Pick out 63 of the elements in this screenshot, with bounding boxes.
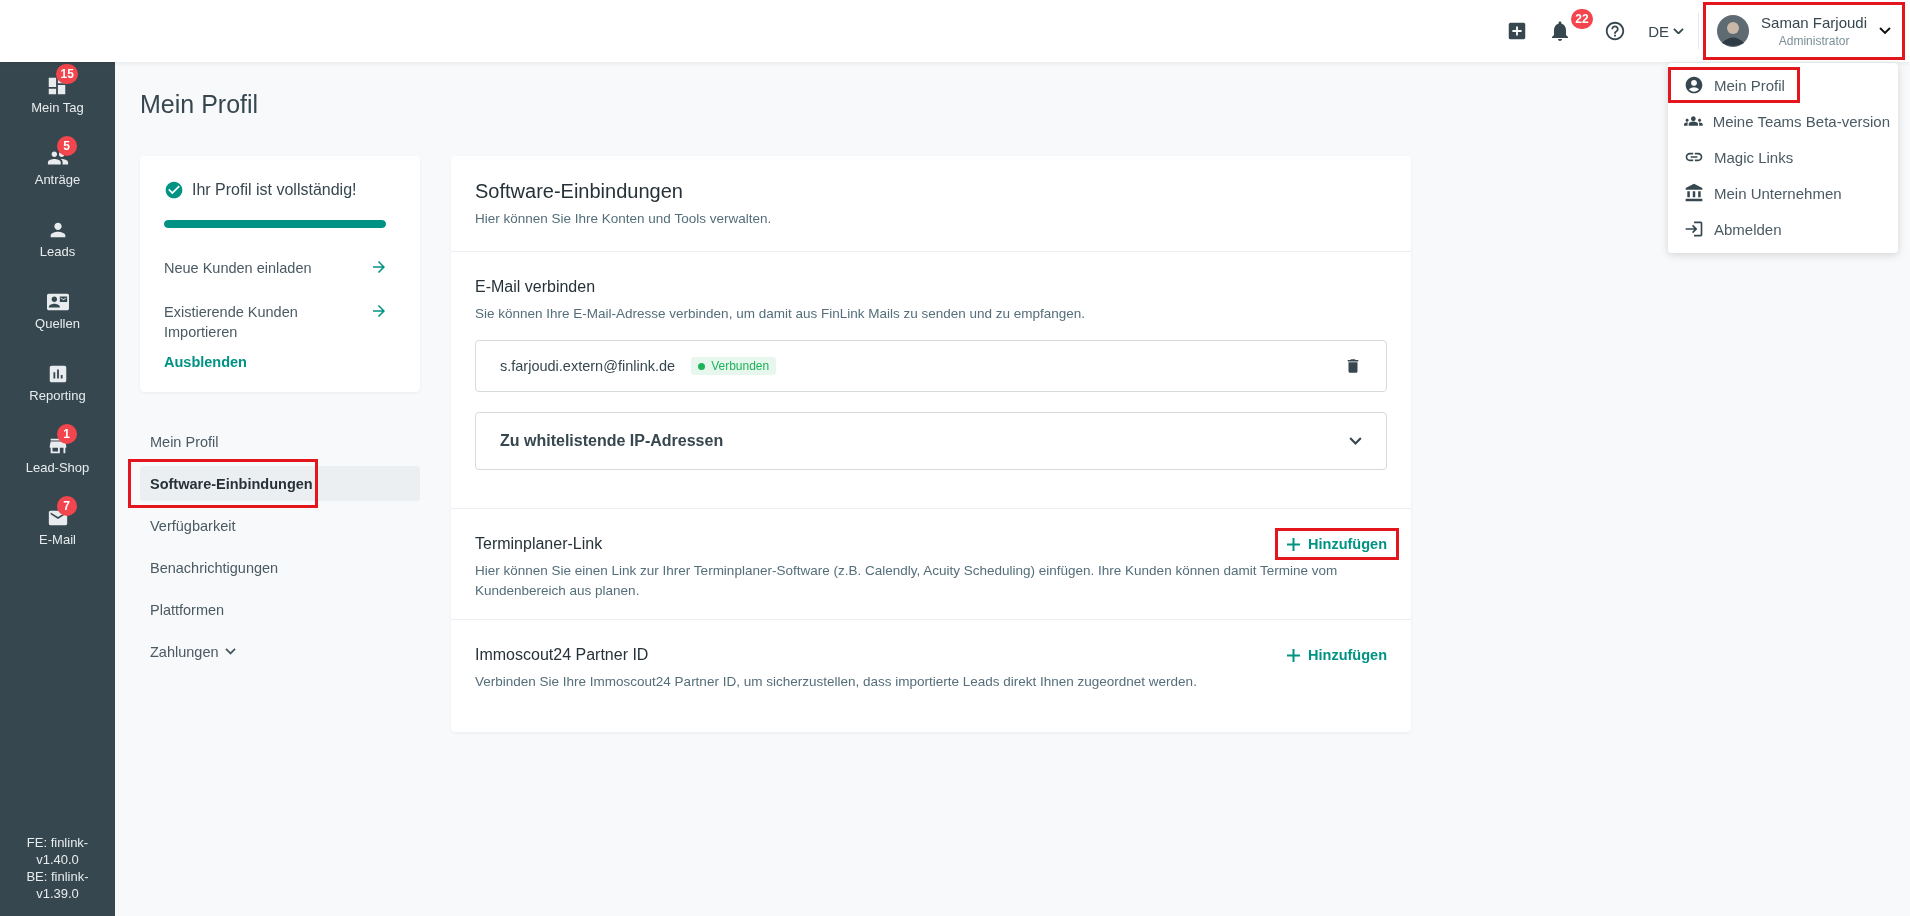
subsection-title: E-Mail verbinden bbox=[475, 278, 597, 296]
plus-icon bbox=[1287, 537, 1301, 551]
sidebar-item[interactable]: 7 E-Mail bbox=[32, 496, 83, 568]
nav-item[interactable]: Mein Profil bbox=[140, 424, 420, 459]
status-tag: Verbunden bbox=[691, 357, 777, 375]
add-button[interactable]: Hinzufügen bbox=[1275, 528, 1399, 560]
user-name: Saman Farjoudi bbox=[1761, 14, 1867, 31]
nav-item[interactable]: Benachrichtigungen bbox=[140, 550, 420, 585]
nav-item[interactable]: Plattformen bbox=[140, 592, 420, 627]
sidebar-item[interactable]: Leads bbox=[32, 208, 83, 280]
count-badge: 7 bbox=[56, 496, 77, 516]
plus-icon bbox=[1287, 648, 1301, 662]
language-selector[interactable]: DE bbox=[1648, 22, 1685, 40]
count-badge: 22 bbox=[1571, 9, 1593, 29]
card-title: Ihr Profil ist vollständig! bbox=[192, 181, 357, 199]
sidebar-item[interactable]: 15 Mein Tag bbox=[31, 64, 84, 136]
menu-item[interactable]: Magic Links bbox=[1668, 139, 1898, 175]
version-text: BE: finlink-v1.39.0 bbox=[25, 868, 90, 902]
user-menu-button[interactable]: Saman Farjoudi Administrator bbox=[1703, 2, 1905, 60]
arrow-icon bbox=[370, 258, 388, 276]
chevron-icon bbox=[224, 648, 236, 655]
sidebar-item[interactable]: Reporting bbox=[29, 352, 86, 424]
logout-icon bbox=[1684, 219, 1704, 239]
subsection-description: Sie können Ihre E-Mail-Adresse verbinden, um damit aus FinLink Mails zu senden und zu empfangen. bbox=[475, 305, 1087, 323]
version-text: FE: finlink-v1.40.0 bbox=[25, 834, 90, 868]
page-title: Mein Profil bbox=[140, 90, 259, 119]
profile-icon bbox=[1684, 75, 1704, 95]
sidebar-item[interactable]: 1 Lead-Shop bbox=[25, 424, 90, 496]
sidebar-item[interactable]: 5 Anträge bbox=[32, 136, 83, 208]
contact-card-icon bbox=[46, 291, 69, 313]
count-badge: 5 bbox=[56, 136, 77, 156]
chevron-icon bbox=[1673, 27, 1685, 35]
nav-item[interactable]: Verfügbarkeit bbox=[140, 508, 420, 543]
subsection-title: Immoscout24 Partner ID bbox=[475, 646, 649, 664]
card-link[interactable]: Neue Kunden einladen bbox=[164, 258, 396, 278]
sidebar-item[interactable]: Quellen bbox=[32, 280, 83, 352]
help-icon[interactable] bbox=[1604, 20, 1627, 42]
email-address: s.farjoudi.extern@finlink.de bbox=[500, 358, 676, 374]
card-link[interactable]: Existierende Kunden Importieren bbox=[164, 302, 396, 342]
menu-item[interactable]: Mein Profil bbox=[1668, 67, 1800, 103]
section-title: Software-Einbindungen bbox=[475, 180, 684, 203]
add-button[interactable]: Hinzufügen bbox=[1275, 639, 1399, 671]
section-subtitle: Hier können Sie Ihre Konten und Tools verwalten. bbox=[475, 210, 773, 228]
subsection-description: Verbinden Sie Ihre Immoscout24 Partner ID, um sicherzustellen, dass importierte Leads direkt Ihnen zugeordnet werden. bbox=[475, 673, 1198, 691]
accordion-header[interactable]: Zu whitelistende IP-Adressen bbox=[475, 412, 1387, 470]
hide-link[interactable]: Ausblenden bbox=[164, 354, 247, 370]
menu-item[interactable]: Mein Unternehmen bbox=[1668, 175, 1898, 211]
avatar bbox=[1717, 15, 1750, 47]
arrow-icon bbox=[370, 302, 388, 320]
count-badge: 1 bbox=[56, 424, 77, 444]
chevron-icon bbox=[1349, 436, 1362, 445]
subsection-description: Hier können Sie einen Link zur Ihrer Terminplaner-Software (z.B. Calendly, Acuity Scheduling) einfügen. Ihre Kunden können damit Termine vom Kundenbereich aus planen. bbox=[475, 562, 1339, 600]
nav-item[interactable]: Zahlungen bbox=[140, 634, 420, 669]
menu-item[interactable]: Meine Teams Beta-version bbox=[1668, 103, 1898, 139]
menu-item[interactable]: Abmelden bbox=[1668, 211, 1898, 247]
check-icon bbox=[164, 180, 184, 200]
bank-icon bbox=[1684, 183, 1704, 203]
chevron-icon bbox=[1879, 27, 1891, 35]
subsection-title: Terminplaner-Link bbox=[475, 535, 603, 553]
notifications-button[interactable]: 22 bbox=[1548, 9, 1593, 43]
count-badge: 15 bbox=[56, 64, 78, 84]
user-role: Administrator bbox=[1778, 34, 1850, 48]
nav-item[interactable]: Software-Einbindungen bbox=[140, 466, 420, 501]
